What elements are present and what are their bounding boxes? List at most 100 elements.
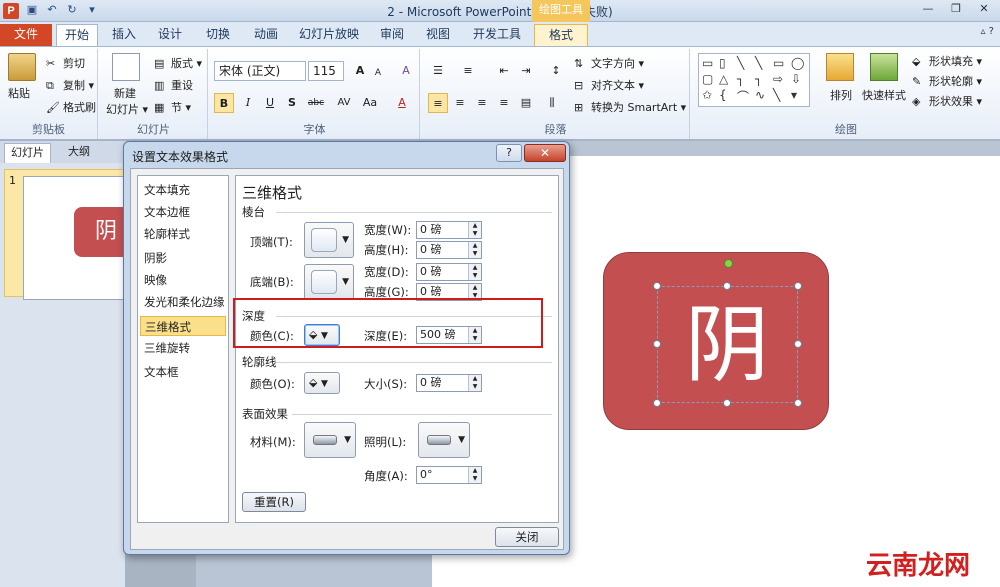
nav-outline-style[interactable]: 轮廓样式 [140,224,226,244]
dialog-close-icon[interactable]: ✕ [524,144,566,162]
quick-styles-icon[interactable] [870,53,898,81]
tab-slideshow[interactable]: 幻灯片放映 [294,24,364,46]
bevel-top-width-input[interactable]: 0 磅 ▲ ▼ [416,221,482,239]
format-painter-button[interactable]: 🖌 格式刷 [46,99,96,115]
line-shape-icon[interactable]: ╲ [737,56,744,70]
cut-button[interactable]: ✂ 剪切 [46,55,85,71]
resize-handle-top-left[interactable] [653,282,661,290]
new-slide-dropdown[interactable]: 幻灯片 ▾ [106,101,148,117]
contour-size-input[interactable]: 0 磅 ▲ ▼ [416,374,482,392]
text-direction-button[interactable]: ⇅ 文字方向 ▾ [574,55,644,71]
align-right-icon[interactable]: ≡ [472,93,492,113]
oval-shape-icon[interactable]: ◯ [791,56,804,70]
bevel-bottom-width-input[interactable]: 0 磅 ▲ ▼ [416,263,482,281]
minimize-icon[interactable]: — [914,0,942,18]
restore-icon[interactable]: ❐ [942,0,970,18]
spinner-icon[interactable]: ▲ ▼ [468,375,481,391]
section-button[interactable]: ▦ 节 ▾ [154,99,191,115]
contour-color-picker[interactable]: ⬙ ▼ [304,372,340,394]
resize-handle-left[interactable] [653,340,661,348]
underline-button[interactable]: U [260,93,280,113]
columns-icon[interactable]: ⫼ [542,93,562,113]
italic-button[interactable]: I [238,93,258,113]
elbow-arrow-icon[interactable]: ┐ [755,72,762,86]
align-text-button[interactable]: ⊟ 对齐文本 ▾ [574,77,644,93]
tab-review[interactable]: 审阅 [372,24,412,46]
help-button[interactable]: ? [496,144,522,162]
reset-button[interactable]: ▥ 重设 [154,77,193,93]
shapes-gallery[interactable]: ▭ ▯ ╲ ╲ ▭ ◯ ▢ △ ┐ ┐ ⇨ ⇩ ✩ { ⌒ ∿ ╲ ▾ [698,53,810,107]
new-slide-button[interactable]: 新建 [114,85,136,101]
resize-handle-top-right[interactable] [794,282,802,290]
resize-handle-bottom-left[interactable] [653,399,661,407]
tab-animations[interactable]: 动画 [246,24,286,46]
close-button[interactable]: 关闭 [495,527,559,547]
vtextbox-shape-icon[interactable]: ▯ [719,56,726,70]
change-case-button[interactable]: Aa [358,93,382,113]
align-left-icon[interactable]: ≡ [428,93,448,113]
elbow-connector-icon[interactable]: ┐ [737,72,744,86]
arrange-button[interactable]: 排列 [830,87,852,103]
nav-glow-soft-edges[interactable]: 发光和柔化边缘 [140,292,226,312]
rect-shape-icon[interactable]: ▭ [773,56,784,70]
resize-handle-bottom-right[interactable] [794,399,802,407]
nav-text-outline[interactable]: 文本边框 [140,202,226,222]
rounded-rect-icon[interactable]: ▢ [702,72,713,86]
layout-button[interactable]: ▤ 版式 ▾ [154,55,202,71]
char-spacing-button[interactable]: AV [332,93,356,113]
right-arrow-shape-icon[interactable]: ⇨ [773,72,783,86]
line3-shape-icon[interactable]: ╲ [773,88,780,102]
bevel-bottom-picker[interactable]: ▼ [304,264,354,300]
resize-handle-right[interactable] [794,340,802,348]
bold-button[interactable]: B [214,93,234,113]
tab-view[interactable]: 视图 [418,24,458,46]
triangle-shape-icon[interactable]: △ [719,72,728,86]
nav-reflection[interactable]: 映像 [140,270,226,290]
tab-home[interactable]: 开始 [56,24,98,46]
shape-effects-button[interactable]: ◈ 形状效果 ▾ [912,93,982,109]
nav-shadow[interactable]: 阴影 [140,248,226,268]
reset-3d-button[interactable]: 重置(R) [242,492,306,512]
down-arrow-shape-icon[interactable]: ⇩ [791,72,801,86]
decrease-indent-icon[interactable]: ⇤ [494,61,514,81]
convert-smartart-button[interactable]: ⊞ 转换为 SmartArt ▾ [574,99,686,115]
line-spacing-icon[interactable]: ↕ [546,61,566,81]
nav-text-fill[interactable]: 文本填充 [140,180,226,200]
tab-developer[interactable]: 开发工具 [466,24,528,46]
tab-outline[interactable]: 大纲 [62,143,96,163]
text-shadow-button[interactable]: S [282,93,302,113]
close-icon[interactable]: ✕ [970,0,998,18]
increase-indent-icon[interactable]: ⇥ [516,61,536,81]
rotation-handle[interactable] [724,259,733,268]
justify-icon[interactable]: ≡ [494,93,514,113]
star-shape-icon[interactable]: ✩ [702,88,712,102]
quick-styles-button[interactable]: 快速样式 [862,87,906,103]
resize-handle-bottom[interactable] [723,399,731,407]
slide-thumbnail[interactable]: 阴 [23,176,138,300]
nav-text-box[interactable]: 文本框 [140,362,226,382]
line2-shape-icon[interactable]: ╲ [755,56,762,70]
tab-transitions[interactable]: 切换 [198,24,238,46]
tab-design[interactable]: 设计 [150,24,190,46]
bevel-top-picker[interactable]: ▼ [304,222,354,258]
textbox-shape-icon[interactable]: ▭ [702,56,713,70]
distribute-icon[interactable]: ▤ [516,93,536,113]
slide-thumbnail-selected[interactable]: 1 阴 [4,169,138,300]
copy-button[interactable]: ⧉ 复制 ▾ [46,77,94,93]
align-center-icon[interactable]: ≡ [450,93,470,113]
bevel-top-height-input[interactable]: 0 磅 ▲ ▼ [416,241,482,259]
tab-insert[interactable]: 插入 [104,24,144,46]
numbering-icon[interactable]: ≡ [458,61,478,81]
brace-shape-icon[interactable]: { [719,88,727,102]
tab-file[interactable]: 文件 [0,24,52,46]
angle-input[interactable]: 0° ▲ ▼ [416,466,482,484]
nav-3d-rotation[interactable]: 三维旋转 [140,338,226,358]
clear-format-button[interactable]: A [396,61,416,81]
shape-outline-button[interactable]: ✎ 形状轮廓 ▾ [912,73,982,89]
freeform-shape-icon[interactable]: ∿ [755,88,765,102]
paste-icon[interactable] [8,53,36,81]
more-shapes-icon[interactable]: ▾ [791,88,797,102]
spinner-icon[interactable]: ▲ ▼ [468,242,481,258]
spinner-icon[interactable]: ▲ ▼ [468,222,481,238]
tab-format[interactable]: 格式 [534,24,588,46]
